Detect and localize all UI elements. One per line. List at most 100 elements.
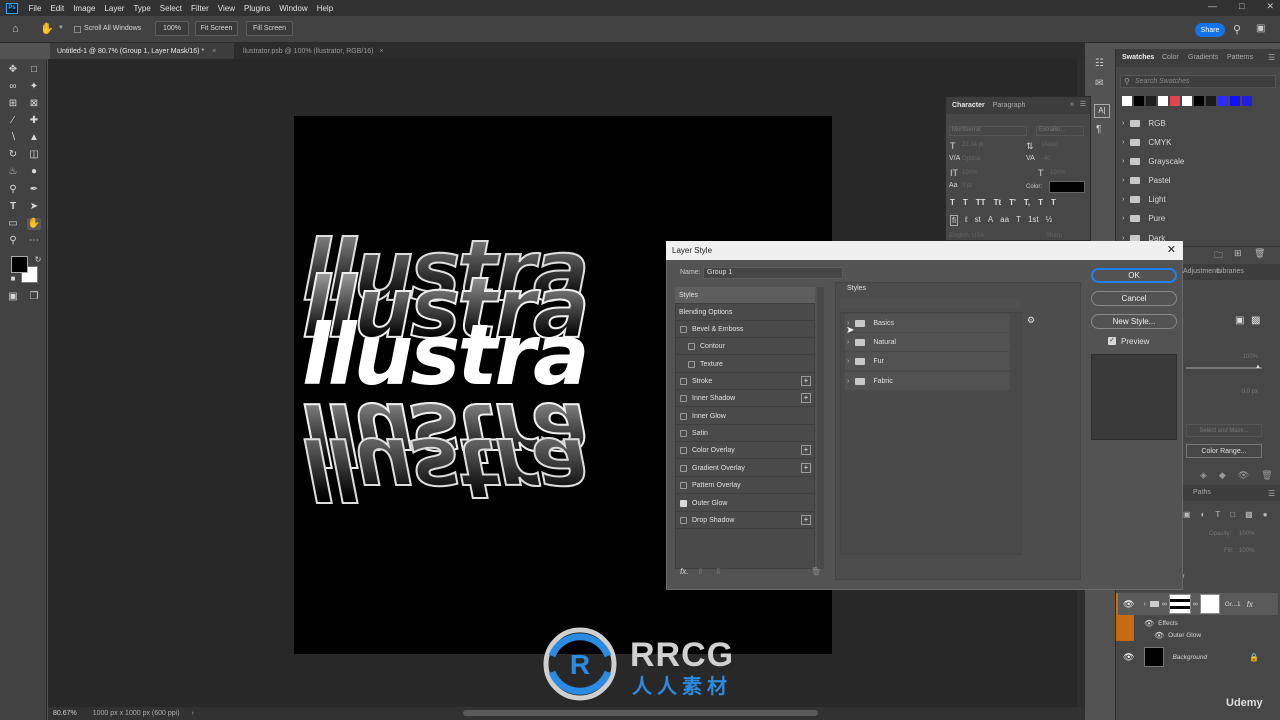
zoom-100-button[interactable]: 100% xyxy=(155,21,189,36)
cancel-button[interactable]: Cancel xyxy=(1091,291,1177,306)
new-group-icon[interactable]: 🗀 xyxy=(1214,248,1223,264)
checkbox[interactable] xyxy=(680,446,687,454)
swatch-dark[interactable] xyxy=(1146,96,1156,106)
pen-tool-icon[interactable]: ✒ xyxy=(27,184,41,196)
history-panel-icon[interactable]: ☷ xyxy=(1095,58,1104,69)
swatch-group-rgb[interactable]: › RGB xyxy=(1118,114,1278,133)
swatch-white[interactable] xyxy=(1182,96,1192,106)
horizontal-scale-field[interactable]: 100% xyxy=(1050,170,1084,180)
scroll-all-checkbox[interactable] xyxy=(74,26,81,33)
rectangle-tool-icon[interactable]: ▭ xyxy=(6,218,20,230)
checkbox[interactable] xyxy=(680,429,687,437)
stamp-tool-icon[interactable]: ▲ xyxy=(27,132,41,144)
healing-brush-tool-icon[interactable]: ✚ xyxy=(27,115,41,127)
styles-item-outer-glow[interactable]: Outer Glow xyxy=(675,495,815,512)
filter-shape-icon[interactable]: □ xyxy=(1230,510,1235,519)
close-tab-icon[interactable]: × xyxy=(379,48,383,55)
chevron-right-icon[interactable]: › xyxy=(847,378,849,385)
comments-icon[interactable]: ✉ xyxy=(1095,78,1103,89)
tab-llustrator-psb[interactable]: llustrator.psb @ 100% (llustrator, RGB/1… xyxy=(236,43,406,59)
expand-chevron-icon[interactable]: › xyxy=(1143,601,1145,608)
load-selection-icon[interactable]: ◈ xyxy=(1200,470,1207,481)
workspace-icon[interactable]: ▣ xyxy=(1256,23,1265,34)
swash-icon[interactable]: st xyxy=(975,215,981,226)
collapse-panel-icon[interactable]: » xyxy=(1070,101,1074,108)
swatch-black[interactable] xyxy=(1134,96,1144,106)
swatch-red[interactable] xyxy=(1170,96,1180,106)
swatch-group-cmyk[interactable]: › CMYK xyxy=(1118,133,1278,152)
paragraph-panel-icon[interactable]: ¶ xyxy=(1096,124,1101,135)
character-panel-icon[interactable]: A| xyxy=(1094,104,1110,118)
add-icon[interactable]: + xyxy=(801,376,811,386)
effect-outer-glow-row[interactable]: 👁 Outer Glow xyxy=(1118,630,1278,641)
swap-colors-icon[interactable]: ↻ xyxy=(31,254,45,266)
gear-icon[interactable]: ⚙ xyxy=(1027,315,1035,326)
minimize-icon[interactable]: — xyxy=(1208,1,1217,12)
chevron-right-icon[interactable]: › xyxy=(847,358,849,365)
density-field[interactable]: 100% xyxy=(1196,354,1258,363)
chevron-right-icon[interactable]: › xyxy=(847,339,849,346)
menu-filter[interactable]: Filter xyxy=(187,4,214,13)
styles-item-satin[interactable]: Satin xyxy=(675,425,815,442)
tab-swatches[interactable]: Swatches xyxy=(1122,54,1154,61)
tab-paths[interactable]: Paths xyxy=(1193,489,1211,496)
hand-tool-icon[interactable]: ✋ xyxy=(40,22,54,35)
effects-row[interactable]: 👁 Effects xyxy=(1118,618,1278,629)
delete-mask-icon[interactable]: 🗑 xyxy=(1261,470,1272,481)
font-style-select[interactable]: ExtraBo... xyxy=(1036,126,1084,136)
swatch-group-grayscale[interactable]: › Grayscale xyxy=(1118,152,1278,171)
delete-swatch-icon[interactable]: 🗑 xyxy=(1254,248,1265,259)
strikethrough-icon[interactable]: T xyxy=(1051,198,1056,207)
swatch-blue[interactable] xyxy=(1230,96,1240,106)
all-caps-icon[interactable]: TT xyxy=(976,198,986,207)
alternates-icon[interactable]: A xyxy=(988,215,993,226)
visibility-icon[interactable]: 👁 xyxy=(1238,470,1249,481)
new-swatch-icon[interactable]: ⊞ xyxy=(1234,248,1242,259)
small-caps-icon[interactable]: Tt xyxy=(994,198,1002,207)
oldstyle-icon[interactable]: ℓ xyxy=(965,215,968,226)
default-colors-icon[interactable]: ■ xyxy=(6,273,20,285)
density-slider[interactable] xyxy=(1186,367,1262,369)
text-color-swatch[interactable] xyxy=(1049,181,1085,193)
add-icon[interactable]: + xyxy=(801,445,811,455)
fill-screen-button[interactable]: Fill Screen xyxy=(246,21,293,36)
chevron-down-icon[interactable]: ▼ xyxy=(58,25,64,31)
font-size-field[interactable]: 22.14 pt xyxy=(962,142,1010,152)
baseline-field[interactable]: 0 pt xyxy=(962,183,1002,193)
tab-gradients[interactable]: Gradients xyxy=(1188,54,1218,61)
visibility-eye-icon[interactable]: 👁 xyxy=(1123,599,1134,610)
new-style-button[interactable]: New Style... xyxy=(1091,314,1177,329)
tab-color[interactable]: Color xyxy=(1162,54,1179,61)
maximize-icon[interactable]: □ xyxy=(1239,1,1244,12)
styles-item-contour[interactable]: Contour xyxy=(675,338,815,355)
select-and-mask-button[interactable]: Select and Mask... xyxy=(1186,424,1262,437)
styles-item-bevel-emboss[interactable]: Bevel & Emboss xyxy=(675,321,815,338)
style-group-basics[interactable]: › Basics xyxy=(845,314,1010,332)
marquee-tool-icon[interactable]: □ xyxy=(27,64,41,76)
checkbox[interactable] xyxy=(680,481,687,489)
hand-tool-icon[interactable]: ✋ xyxy=(27,218,41,230)
foreground-color-swatch[interactable] xyxy=(11,256,28,273)
quick-select-tool-icon[interactable]: ✦ xyxy=(27,81,41,93)
visibility-eye-icon[interactable]: 👁 xyxy=(1154,631,1164,640)
filter-adjust-icon[interactable]: ◐ xyxy=(1201,510,1206,519)
eyedropper-tool-icon[interactable]: ∕ xyxy=(6,115,20,127)
checkbox[interactable] xyxy=(688,360,695,368)
layer-mask-thumbnail[interactable] xyxy=(1168,594,1191,614)
name-input[interactable]: Group 1 xyxy=(703,267,843,279)
history-brush-tool-icon[interactable]: ↻ xyxy=(6,149,20,161)
menu-select[interactable]: Select xyxy=(155,4,186,13)
search-icon[interactable]: ⚲ xyxy=(1233,23,1241,36)
close-tab-icon[interactable]: × xyxy=(212,48,216,55)
brush-tool-icon[interactable]: ∖ xyxy=(6,132,20,144)
checkbox[interactable] xyxy=(680,464,687,472)
stylistic-icon[interactable]: 1st xyxy=(1028,215,1039,226)
vector-mask-icon[interactable]: ▩ xyxy=(1251,315,1260,326)
zoom-status[interactable]: 80.67% xyxy=(53,710,77,717)
dodge-tool-icon[interactable]: ⚲ xyxy=(6,184,20,196)
superscript-icon[interactable]: T' xyxy=(1009,198,1016,207)
menu-view[interactable]: View xyxy=(213,4,239,13)
more-tools-icon[interactable]: ⋯ xyxy=(27,235,41,247)
swatch-blue[interactable] xyxy=(1218,96,1228,106)
screen-mode-icon[interactable]: ❐ xyxy=(27,291,41,303)
